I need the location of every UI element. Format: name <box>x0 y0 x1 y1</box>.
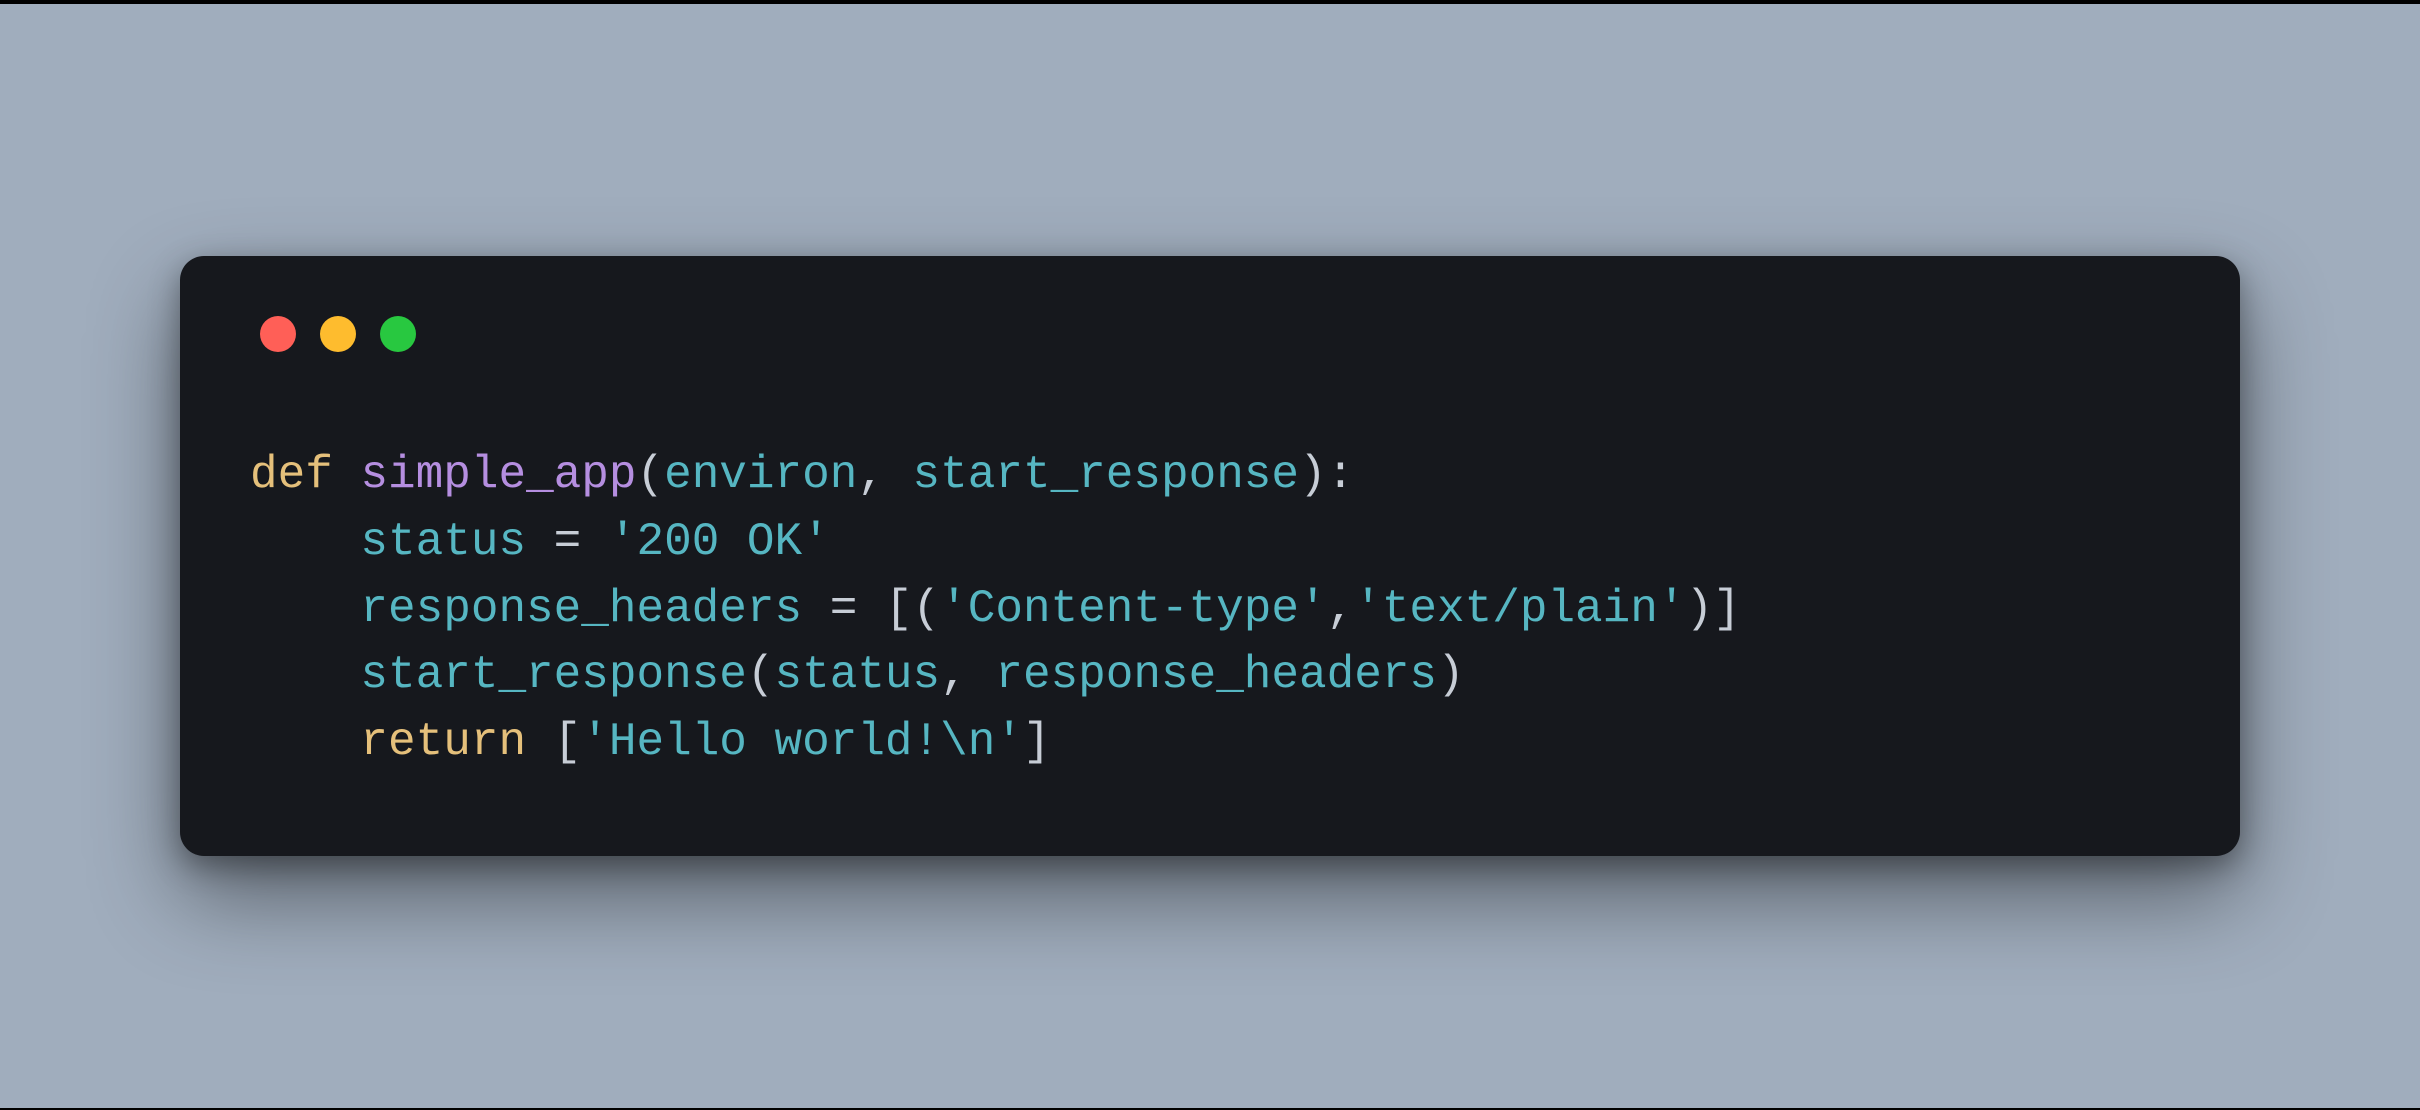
param-start-response: start_response <box>913 449 1299 501</box>
close-icon[interactable] <box>260 316 296 352</box>
paren-open: ( <box>747 649 775 701</box>
assign: = <box>526 516 609 568</box>
assign: = <box>802 583 885 635</box>
string-hello-world: 'Hello world!\n' <box>581 716 1023 768</box>
var-response-headers: response_headers <box>360 583 802 635</box>
window-titlebar <box>250 316 2170 352</box>
indent <box>250 583 360 635</box>
fn-name: simple_app <box>360 449 636 501</box>
keyword-def: def <box>250 449 333 501</box>
string-200-ok: '200 OK' <box>609 516 830 568</box>
comma: , <box>1327 583 1355 635</box>
arg-response-headers: response_headers <box>995 649 1437 701</box>
indent <box>250 649 360 701</box>
code-block: def simple_app(environ, start_response):… <box>250 442 2170 775</box>
paren-open: ( <box>636 449 664 501</box>
string-content-type: 'Content-type' <box>940 583 1326 635</box>
code-window: def simple_app(environ, start_response):… <box>180 256 2240 855</box>
comma: , <box>940 649 995 701</box>
call-start-response: start_response <box>360 649 746 701</box>
space <box>333 449 361 501</box>
indent <box>250 716 360 768</box>
indent <box>250 516 360 568</box>
space <box>526 716 554 768</box>
bracket-close: ] <box>1023 716 1051 768</box>
comma: , <box>857 449 912 501</box>
paren-close: ) <box>1437 649 1465 701</box>
paren-close-colon: ): <box>1299 449 1354 501</box>
bracket-paren-open: [( <box>885 583 940 635</box>
arg-status: status <box>775 649 941 701</box>
zoom-icon[interactable] <box>380 316 416 352</box>
bracket-open: [ <box>554 716 582 768</box>
canvas-stage: def simple_app(environ, start_response):… <box>0 4 2420 1108</box>
paren-bracket-close: )] <box>1685 583 1740 635</box>
param-environ: environ <box>664 449 857 501</box>
minimize-icon[interactable] <box>320 316 356 352</box>
string-text-plain: 'text/plain' <box>1354 583 1685 635</box>
keyword-return: return <box>360 716 526 768</box>
var-status: status <box>360 516 526 568</box>
